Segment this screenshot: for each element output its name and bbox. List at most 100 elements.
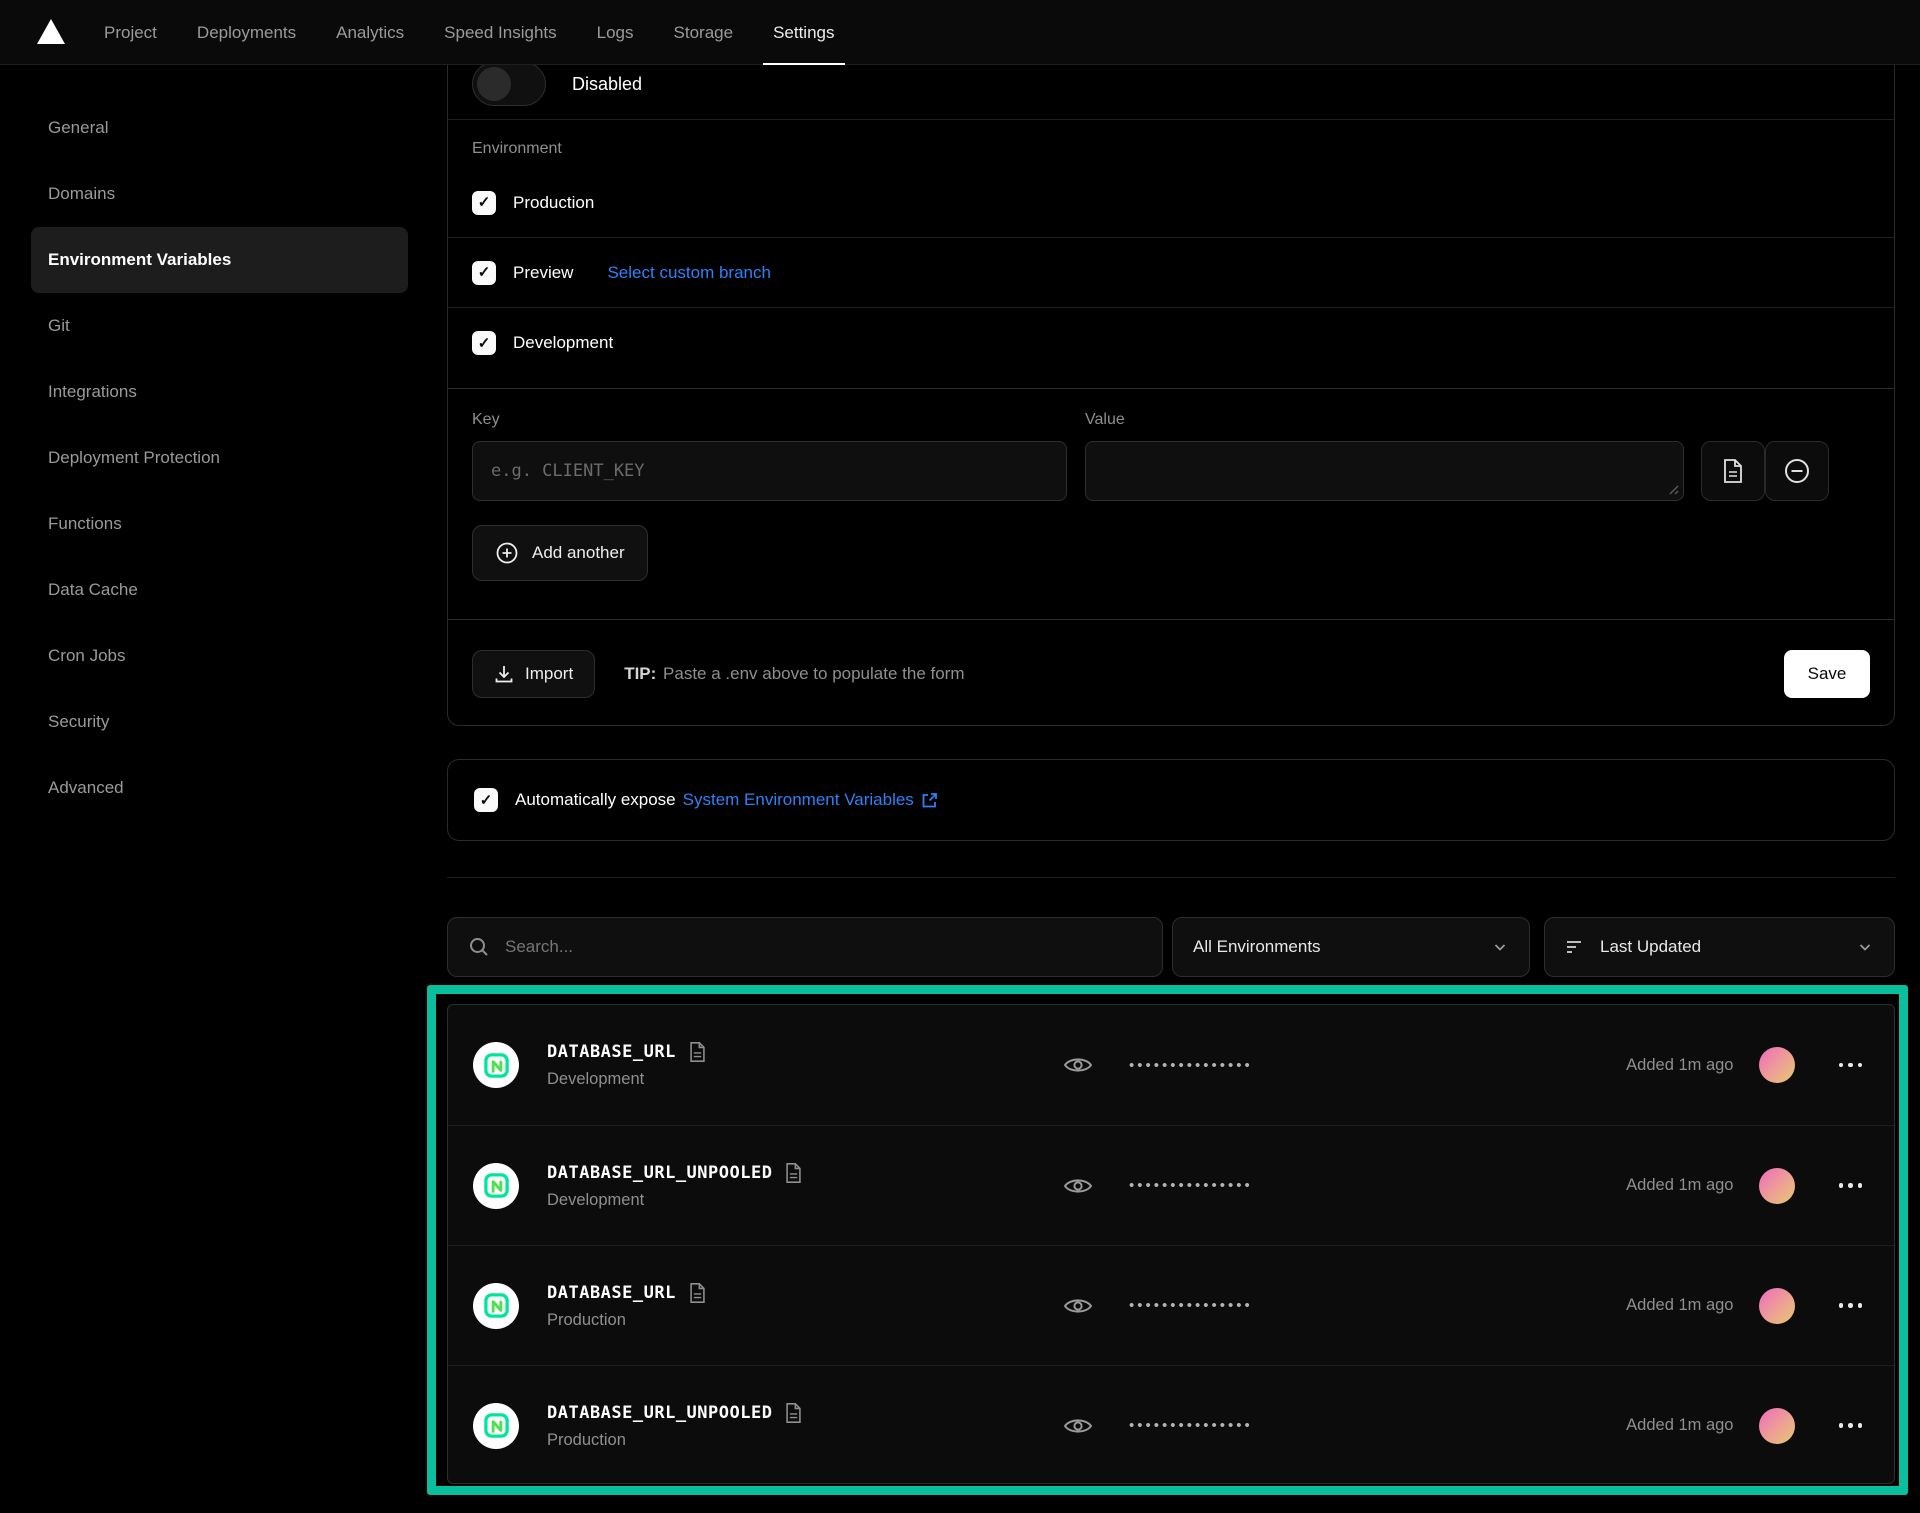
- sidebar-item-integrations[interactable]: Integrations: [0, 359, 440, 425]
- vercel-logo-icon[interactable]: [36, 18, 66, 46]
- system-env-link[interactable]: System Environment Variables: [683, 790, 914, 810]
- env-var-row: DATABASE_URL_UNPOOLED Development ••••••…: [448, 1125, 1894, 1245]
- search-icon: [468, 936, 490, 958]
- neon-integration-icon: [473, 1403, 519, 1449]
- nav-tab-speed-insights[interactable]: Speed Insights: [438, 0, 562, 65]
- nav-tab-settings[interactable]: Settings: [767, 0, 840, 65]
- chevron-down-icon: [1856, 938, 1874, 956]
- added-timestamp: Added 1m ago: [1626, 1176, 1733, 1195]
- key-input[interactable]: [472, 441, 1067, 501]
- env-var-value: •••••••••••••••: [1063, 1414, 1253, 1438]
- nav-tab-storage[interactable]: Storage: [668, 0, 740, 65]
- file-icon: [1721, 458, 1745, 484]
- value-input[interactable]: [1085, 441, 1684, 501]
- masked-value: •••••••••••••••: [1129, 1418, 1253, 1433]
- sidebar-item-security[interactable]: Security: [0, 689, 440, 755]
- env-var-value: •••••••••••••••: [1063, 1294, 1253, 1318]
- env-var-row: DATABASE_URL Development •••••••••••••••…: [448, 1005, 1894, 1125]
- sidebar-item-data-cache[interactable]: Data Cache: [0, 557, 440, 623]
- disabled-toggle[interactable]: [472, 65, 546, 106]
- user-avatar: [1759, 1288, 1795, 1324]
- note-icon[interactable]: [688, 1282, 707, 1304]
- system-env-checkbox[interactable]: ✓: [474, 788, 498, 812]
- env-var-name: DATABASE_URL: [547, 1283, 676, 1303]
- toggle-knob: [477, 67, 511, 101]
- env-var-environment: Production: [547, 1431, 1063, 1450]
- development-checkbox[interactable]: ✓: [472, 331, 496, 355]
- key-label: Key: [472, 411, 1067, 441]
- paste-env-file-button[interactable]: [1701, 441, 1765, 501]
- row-menu-button[interactable]: [1837, 1177, 1865, 1194]
- disabled-toggle-row: Disabled: [448, 65, 1894, 120]
- preview-label: Preview: [513, 263, 573, 283]
- sidebar-item-git[interactable]: Git: [0, 293, 440, 359]
- row-menu-button[interactable]: [1837, 1297, 1865, 1314]
- env-var-name: DATABASE_URL: [547, 1042, 676, 1062]
- sidebar-item-advanced[interactable]: Advanced: [0, 755, 440, 821]
- sidebar-item-deployment-protection[interactable]: Deployment Protection: [0, 425, 440, 491]
- reveal-value-eye-icon[interactable]: [1063, 1294, 1093, 1318]
- env-var-form-panel: Disabled Environment ✓ Production ✓ Prev…: [447, 65, 1895, 726]
- nav-tab-logs[interactable]: Logs: [591, 0, 640, 65]
- nav-tab-deployments[interactable]: Deployments: [191, 0, 302, 65]
- reveal-value-eye-icon[interactable]: [1063, 1053, 1093, 1077]
- added-timestamp: Added 1m ago: [1626, 1416, 1733, 1435]
- chevron-down-icon: [1491, 938, 1509, 956]
- reveal-value-eye-icon[interactable]: [1063, 1414, 1093, 1438]
- env-var-environment: Development: [547, 1191, 1063, 1210]
- save-button[interactable]: Save: [1784, 650, 1870, 698]
- sidebar-item-environment-variables[interactable]: Environment Variables: [31, 227, 408, 293]
- note-icon[interactable]: [784, 1402, 803, 1424]
- select-custom-branch-link[interactable]: Select custom branch: [607, 263, 770, 283]
- sidebar-item-cron-jobs[interactable]: Cron Jobs: [0, 623, 440, 689]
- add-another-label: Add another: [532, 543, 625, 563]
- note-icon[interactable]: [784, 1162, 803, 1184]
- env-var-row: DATABASE_URL_UNPOOLED Production •••••••…: [448, 1365, 1894, 1484]
- import-button[interactable]: Import: [472, 650, 595, 698]
- system-env-text: Automatically expose: [515, 790, 676, 810]
- top-nav: Project Deployments Analytics Speed Insi…: [0, 0, 1920, 65]
- environment-row-preview: ✓ Preview Select custom branch: [448, 238, 1894, 308]
- key-value-section: Key Value: [448, 389, 1894, 619]
- environment-row-production: ✓ Production: [448, 168, 1894, 238]
- preview-checkbox[interactable]: ✓: [472, 261, 496, 285]
- env-var-name-block: DATABASE_URL_UNPOOLED Production: [547, 1402, 1063, 1450]
- sort-dropdown[interactable]: Last Updated: [1544, 917, 1895, 977]
- environment-filter-dropdown[interactable]: All Environments: [1172, 917, 1530, 977]
- main-content: Disabled Environment ✓ Production ✓ Prev…: [447, 65, 1895, 1484]
- search-input[interactable]: [505, 937, 1142, 957]
- environment-row-development: ✓ Development: [448, 308, 1894, 378]
- sidebar-item-general[interactable]: General: [0, 95, 440, 161]
- remove-row-button[interactable]: [1765, 441, 1829, 501]
- download-icon: [494, 664, 514, 684]
- environment-section-label: Environment: [448, 120, 1894, 168]
- nav-tabs: Project Deployments Analytics Speed Insi…: [98, 0, 869, 65]
- sidebar-item-domains[interactable]: Domains: [0, 161, 440, 227]
- env-var-value: •••••••••••••••: [1063, 1053, 1253, 1077]
- row-menu-button[interactable]: [1837, 1417, 1865, 1434]
- value-label: Value: [1085, 411, 1684, 441]
- check-icon: ✓: [478, 336, 491, 351]
- nav-tab-analytics[interactable]: Analytics: [330, 0, 410, 65]
- neon-integration-icon: [473, 1283, 519, 1329]
- env-var-name-block: DATABASE_URL Production: [547, 1282, 1063, 1330]
- user-avatar: [1759, 1047, 1795, 1083]
- sidebar-item-functions[interactable]: Functions: [0, 491, 440, 557]
- sort-icon: [1565, 939, 1585, 955]
- production-checkbox[interactable]: ✓: [472, 191, 496, 215]
- nav-tab-project[interactable]: Project: [98, 0, 163, 65]
- add-another-button[interactable]: Add another: [472, 525, 648, 581]
- added-timestamp: Added 1m ago: [1626, 1296, 1733, 1315]
- env-var-table: DATABASE_URL Development •••••••••••••••…: [447, 1004, 1895, 1484]
- check-icon: ✓: [478, 195, 491, 210]
- masked-value: •••••••••••••••: [1129, 1178, 1253, 1193]
- env-var-name-block: DATABASE_URL_UNPOOLED Development: [547, 1162, 1063, 1210]
- added-timestamp: Added 1m ago: [1626, 1056, 1733, 1075]
- row-menu-button[interactable]: [1837, 1057, 1865, 1074]
- reveal-value-eye-icon[interactable]: [1063, 1174, 1093, 1198]
- check-icon: ✓: [480, 793, 493, 808]
- neon-integration-icon: [473, 1042, 519, 1088]
- divider: [447, 877, 1895, 878]
- note-icon[interactable]: [688, 1041, 707, 1063]
- env-var-meta: Added 1m ago: [1626, 1168, 1864, 1204]
